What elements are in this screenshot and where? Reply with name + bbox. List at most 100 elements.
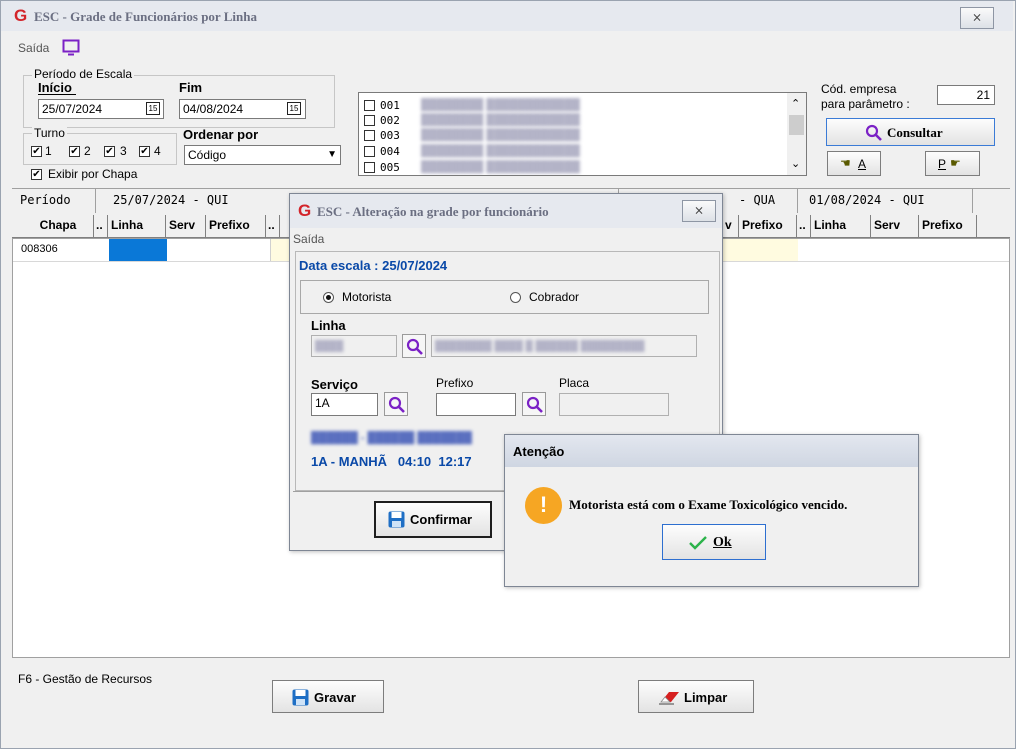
col-more[interactable]: .. <box>797 215 811 237</box>
data-escala: Data escala : 25/07/2024 <box>299 258 448 273</box>
consultar-button[interactable]: Consultar <box>826 118 995 146</box>
inicio-label: Início <box>38 80 72 95</box>
row-chapa: 008306 <box>21 243 58 255</box>
list-item-name: ████████ ████████████ <box>421 129 580 141</box>
menu-saida[interactable]: Saída <box>293 232 324 246</box>
proximo-button[interactable]: P ☛ <box>925 151 980 176</box>
servico-field[interactable]: 1A <box>311 393 378 416</box>
list-item-checkbox[interactable] <box>364 146 375 157</box>
turno-3-label: 3 <box>120 144 127 158</box>
linha-code-field[interactable]: ████ <box>311 335 397 357</box>
list-item-name: ████████ ████████████ <box>421 99 580 111</box>
selected-linha-cell[interactable] <box>109 239 167 261</box>
linha-search-button[interactable] <box>402 334 426 358</box>
col-more[interactable]: .. <box>94 215 108 237</box>
prefixo-label: Prefixo <box>436 376 474 390</box>
motorista-label: Motorista <box>342 290 392 304</box>
exibir-chapa-checkbox[interactable]: ✔ <box>31 169 42 180</box>
list-item-checkbox[interactable] <box>364 115 375 126</box>
main-window-title: ESC - Grade de Funcionários por Linha <box>34 9 257 24</box>
driver-name-blurred: ██████ - ██████ ███████ <box>311 432 472 444</box>
col-more[interactable]: .. <box>266 215 280 237</box>
search-icon <box>526 396 543 413</box>
placa-label: Placa <box>559 376 590 390</box>
status-f6: F6 - Gestão de Recursos <box>18 672 153 686</box>
col-prefixo[interactable]: Prefixo <box>919 215 977 237</box>
anterior-label: A <box>858 157 867 171</box>
col-serv[interactable]: Serv <box>871 215 919 237</box>
col-serv[interactable]: Serv <box>166 215 206 237</box>
ok-label: Ok <box>713 535 732 550</box>
motorista-radio[interactable] <box>323 292 334 303</box>
col-serv[interactable]: v <box>722 215 739 237</box>
list-item-name: ████████ ████████████ <box>421 145 580 157</box>
turno-4-checkbox[interactable]: ✔ <box>139 146 150 157</box>
list-item-checkbox[interactable] <box>364 100 375 111</box>
grid-cell[interactable] <box>270 239 291 261</box>
calendar-icon[interactable]: 15 <box>146 102 160 115</box>
alteracao-close-button[interactable]: ⨯ <box>682 200 716 222</box>
scroll-down-icon[interactable]: ⌄ <box>791 157 800 170</box>
checkmark-icon <box>689 536 707 550</box>
main-close-button[interactable]: ⨯ <box>960 7 994 29</box>
col-prefixo[interactable]: Prefixo <box>739 215 797 237</box>
servico-search-button[interactable] <box>384 392 408 416</box>
turno-3-checkbox[interactable]: ✔ <box>104 146 115 157</box>
prefixo-field[interactable] <box>436 393 516 416</box>
linhas-list[interactable]: 001 ████████ ████████████ 002 ████████ █… <box>358 92 807 176</box>
prefixo-search-button[interactable] <box>522 392 546 416</box>
confirmar-button[interactable]: Confirmar <box>374 501 492 538</box>
list-scrollbar[interactable]: ⌃ ⌄ <box>787 93 806 175</box>
gravar-label: Gravar <box>314 690 356 705</box>
save-icon <box>292 689 309 706</box>
blurred-text: ████████ ████ █ ██████ █████████ <box>435 341 645 352</box>
servico-label: Serviço <box>311 377 358 392</box>
cod-empresa-input[interactable]: 21 <box>937 85 995 105</box>
inicio-underline <box>38 94 76 95</box>
cobrador-radio[interactable] <box>510 292 521 303</box>
app-logo-icon: G <box>298 201 312 220</box>
eraser-icon <box>659 692 679 705</box>
date-header: 25/07/2024 - QUI <box>113 193 229 207</box>
list-item-checkbox[interactable] <box>364 162 375 173</box>
exibir-chapa-label: Exibir por Chapa <box>48 167 138 181</box>
list-item-checkbox[interactable] <box>364 130 375 141</box>
list-item-name: ████████ ████████████ <box>421 114 580 126</box>
limpar-button[interactable]: Limpar <box>638 680 754 713</box>
cobrador-label: Cobrador <box>529 290 580 304</box>
turno-2-checkbox[interactable]: ✔ <box>69 146 80 157</box>
col-chapa[interactable]: Chapa <box>20 215 94 237</box>
menu-saida[interactable]: Saída <box>18 41 49 55</box>
gravar-button[interactable]: Gravar <box>272 680 384 713</box>
date-header: - QUA <box>739 193 776 207</box>
turno-1-label: 1 <box>45 144 52 158</box>
date-divider <box>972 189 973 213</box>
app-logo-icon: G <box>14 6 28 25</box>
ordenar-select[interactable]: Código ▼ <box>184 145 341 165</box>
chevron-down-icon: ▼ <box>327 149 337 160</box>
col-prefixo[interactable]: Prefixo <box>206 215 266 237</box>
consultar-label: Consultar <box>887 125 943 140</box>
scroll-up-icon[interactable]: ⌃ <box>791 97 800 110</box>
anterior-button[interactable]: ☚ A <box>827 151 881 176</box>
list-item-code: 002 <box>380 114 400 127</box>
col-linha[interactable]: Linha <box>811 215 871 237</box>
hand-right-icon: ☛ <box>950 156 961 170</box>
list-item-code: 004 <box>380 145 400 158</box>
table-row[interactable]: 008306 <box>13 239 109 262</box>
monitor-icon[interactable] <box>62 39 80 56</box>
list-item-code: 003 <box>380 129 400 142</box>
scroll-thumb[interactable] <box>789 115 804 135</box>
turno-legend: Turno <box>32 126 67 140</box>
calendar-icon[interactable]: 15 <box>287 102 301 115</box>
ordenar-select-value: Código <box>188 148 227 162</box>
atencao-title: Atenção <box>513 444 565 459</box>
search-icon <box>406 338 423 355</box>
ok-button[interactable]: Ok <box>662 524 766 560</box>
col-linha[interactable]: Linha <box>108 215 166 237</box>
alteracao-title: ESC - Alteração na grade por funcionário <box>317 204 549 219</box>
atencao-titlebar <box>505 435 918 467</box>
turno-1-checkbox[interactable]: ✔ <box>31 146 42 157</box>
grid-cell[interactable] <box>717 239 798 261</box>
cod-empresa-label: Cód. empresa <box>821 82 897 96</box>
